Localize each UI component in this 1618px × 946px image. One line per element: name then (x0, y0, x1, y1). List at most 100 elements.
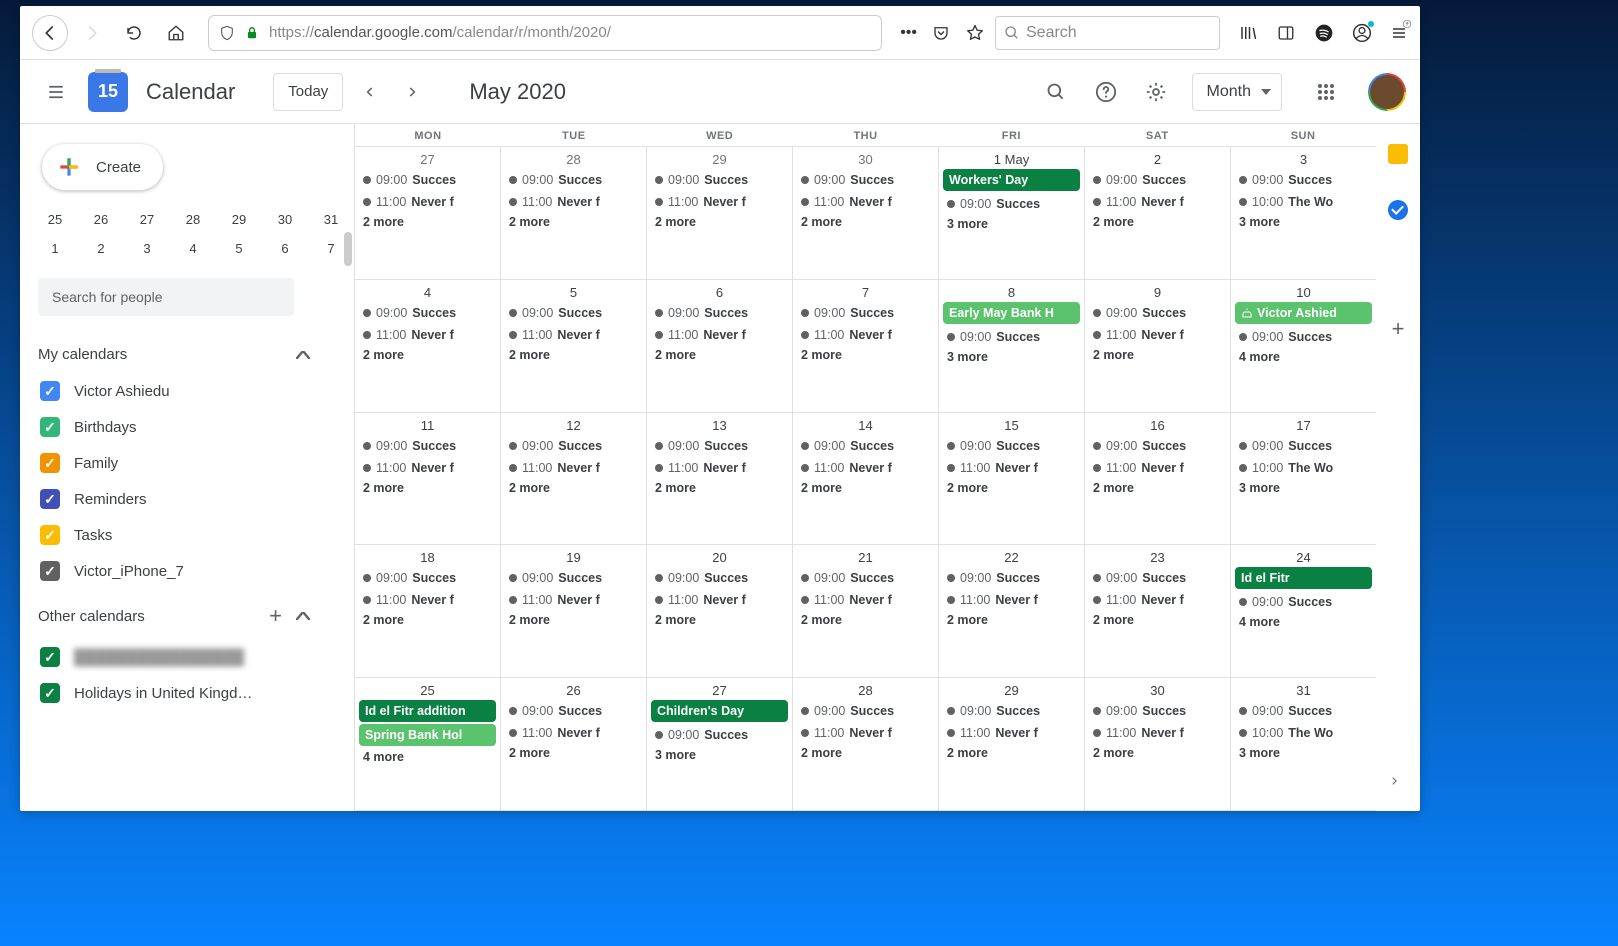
day-cell[interactable]: 1809:00Succes11:00Never f2 more (355, 545, 501, 677)
more-events[interactable]: 3 more (651, 746, 788, 764)
all-day-event[interactable]: Spring Bank Hol (359, 724, 496, 746)
all-day-event[interactable]: Children's Day (651, 700, 788, 722)
event[interactable]: 11:00Never f (1089, 457, 1226, 479)
event[interactable]: 09:00Succes (651, 169, 788, 191)
more-events[interactable]: 2 more (943, 744, 1080, 762)
day-number[interactable]: 30 (1089, 680, 1226, 700)
event[interactable]: 09:00Succes (359, 302, 496, 324)
event[interactable]: 11:00Never f (943, 589, 1080, 611)
all-day-event[interactable]: Victor Ashied (1235, 302, 1372, 324)
create-button[interactable]: Create (42, 144, 163, 190)
day-cell[interactable]: 24Id el Fitr09:00Succes4 more (1231, 545, 1376, 677)
event[interactable]: 09:00Succes (797, 567, 934, 589)
event[interactable]: 09:00Succes (943, 700, 1080, 722)
search-people-input[interactable] (38, 278, 294, 316)
day-number[interactable]: 29 (943, 680, 1080, 700)
day-cell[interactable]: 1909:00Succes11:00Never f2 more (501, 545, 647, 677)
event[interactable]: 11:00Never f (359, 324, 496, 346)
event[interactable]: 09:00Succes (1235, 435, 1372, 457)
more-events[interactable]: 2 more (1089, 479, 1226, 497)
day-cell[interactable]: 3009:00Succes11:00Never f2 more (793, 147, 939, 279)
event[interactable]: 09:00Succes (651, 567, 788, 589)
day-number[interactable]: 27 (359, 149, 496, 169)
day-number[interactable]: 8 (943, 282, 1080, 302)
calendar-item[interactable]: ✓Birthdays (34, 409, 354, 445)
day-cell[interactable]: 3009:00Succes11:00Never f2 more (1085, 678, 1231, 810)
add-addon-button[interactable]: + (1392, 316, 1405, 342)
day-cell[interactable]: 509:00Succes11:00Never f2 more (501, 280, 647, 412)
more-events[interactable]: 2 more (359, 213, 496, 231)
day-cell[interactable]: 2609:00Succes11:00Never f2 more (501, 678, 647, 810)
day-cell[interactable]: 2809:00Succes11:00Never f2 more (501, 147, 647, 279)
more-events[interactable]: 2 more (505, 611, 642, 629)
mini-date[interactable]: 5 (228, 241, 250, 256)
day-number[interactable]: 4 (359, 282, 496, 302)
event[interactable]: 09:00Succes (505, 169, 642, 191)
day-cell[interactable]: 209:00Succes11:00Never f2 more (1085, 147, 1231, 279)
day-cell[interactable]: 1309:00Succes11:00Never f2 more (647, 413, 793, 545)
event[interactable]: 11:00Never f (943, 722, 1080, 744)
event[interactable]: 09:00Succes (797, 435, 934, 457)
reload-button[interactable] (116, 15, 152, 51)
day-number[interactable]: 7 (797, 282, 934, 302)
event[interactable]: 09:00Succes (359, 567, 496, 589)
day-cell[interactable]: 10Victor Ashied09:00Succes4 more (1231, 280, 1376, 412)
calendar-item[interactable]: ✓Victor_iPhone_7 (34, 553, 354, 589)
more-events[interactable]: 2 more (943, 479, 1080, 497)
day-cell[interactable]: 1 MayWorkers' Day09:00Succes3 more (939, 147, 1085, 279)
day-number[interactable]: 27 (651, 680, 788, 700)
calendar-item[interactable]: ✓████████████████ (34, 639, 354, 675)
settings-button[interactable] (1136, 72, 1176, 112)
event[interactable]: 09:00Succes (651, 302, 788, 324)
pocket-icon[interactable] (931, 24, 951, 42)
day-cell[interactable]: 2809:00Succes11:00Never f2 more (793, 678, 939, 810)
event[interactable]: 11:00Never f (505, 457, 642, 479)
event[interactable]: 10:00The Wo (1235, 722, 1372, 744)
avatar[interactable] (1368, 73, 1406, 111)
sidebar-icon[interactable] (1276, 24, 1296, 42)
event[interactable]: 09:00Succes (1089, 567, 1226, 589)
day-number[interactable]: 23 (1089, 547, 1226, 567)
mini-date[interactable]: 25 (44, 212, 66, 227)
day-cell[interactable]: 8Early May Bank H09:00Succes3 more (939, 280, 1085, 412)
day-number[interactable]: 5 (505, 282, 642, 302)
more-events[interactable]: 4 more (1235, 613, 1372, 631)
event[interactable]: 11:00Never f (505, 324, 642, 346)
calendar-item[interactable]: ✓Reminders (34, 481, 354, 517)
mini-calendar-row[interactable]: 25262728293031 (34, 208, 354, 227)
day-number[interactable]: 24 (1235, 547, 1372, 567)
event[interactable]: 09:00Succes (797, 302, 934, 324)
day-cell[interactable]: 1509:00Succes11:00Never f2 more (939, 413, 1085, 545)
my-calendars-header[interactable]: My calendars (34, 338, 314, 367)
main-menu-button[interactable] (34, 70, 78, 114)
more-events[interactable]: 2 more (505, 479, 642, 497)
day-number[interactable]: 28 (797, 680, 934, 700)
next-month-button[interactable] (405, 76, 437, 108)
add-calendar-button[interactable]: + (269, 603, 282, 629)
day-cell[interactable]: 3109:00Succes10:00The Wo3 more (1231, 678, 1376, 810)
all-day-event[interactable]: Workers' Day (943, 169, 1080, 191)
mini-calendar-row[interactable]: 1234567 (34, 237, 354, 256)
mini-date[interactable]: 7 (320, 241, 342, 256)
event[interactable]: 11:00Never f (797, 324, 934, 346)
day-number[interactable]: 14 (797, 415, 934, 435)
event[interactable]: 11:00Never f (359, 191, 496, 213)
more-events[interactable]: 4 more (1235, 348, 1372, 366)
more-events[interactable]: 2 more (797, 346, 934, 364)
event[interactable]: 10:00The Wo (1235, 457, 1372, 479)
event[interactable]: 09:00Succes (651, 724, 788, 746)
more-events[interactable]: 2 more (359, 479, 496, 497)
day-cell[interactable]: 27Children's Day09:00Succes3 more (647, 678, 793, 810)
day-number[interactable]: 1 May (943, 149, 1080, 169)
more-events[interactable]: 2 more (797, 744, 934, 762)
more-events[interactable]: 2 more (505, 744, 642, 762)
event[interactable]: 11:00Never f (1089, 324, 1226, 346)
day-cell[interactable]: 709:00Succes11:00Never f2 more (793, 280, 939, 412)
more-events[interactable]: 2 more (359, 611, 496, 629)
account-icon[interactable] (1352, 23, 1372, 43)
event[interactable]: 11:00Never f (651, 191, 788, 213)
event[interactable]: 09:00Succes (1235, 591, 1372, 613)
forward-button[interactable] (74, 15, 110, 51)
more-events[interactable]: 2 more (1089, 611, 1226, 629)
more-events[interactable]: 2 more (797, 479, 934, 497)
